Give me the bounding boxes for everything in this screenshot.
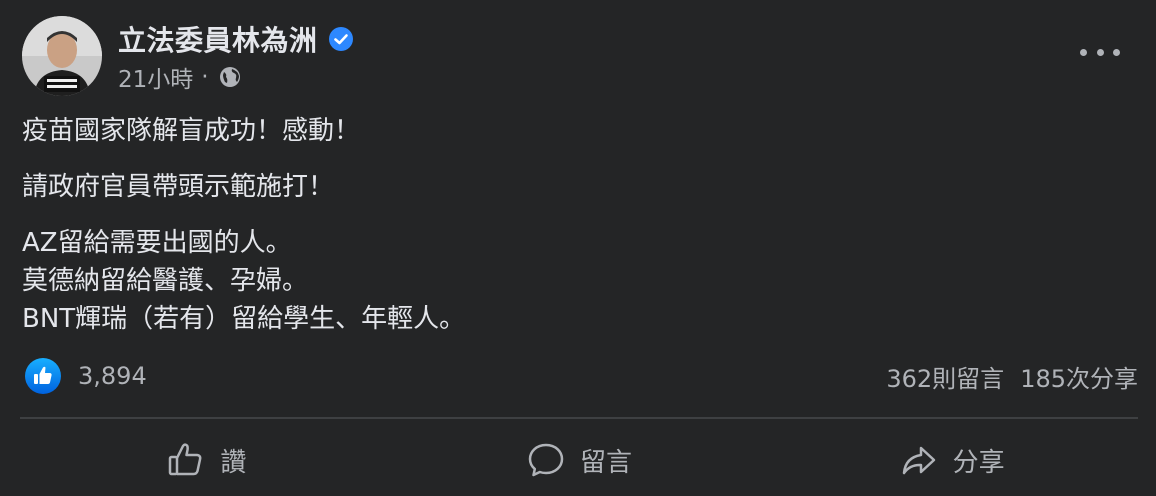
verified-badge-icon xyxy=(328,26,354,52)
comment-button[interactable]: 留言 xyxy=(393,428,766,492)
paragraph-3: AZ留給需要出國的人。 莫德納留給醫護、孕婦。 BNT輝瑞（若有）留給學生、年輕… xyxy=(22,224,1122,338)
share-button[interactable]: 分享 xyxy=(765,428,1138,492)
more-options-icon[interactable] xyxy=(1080,42,1120,62)
author-name[interactable]: 立法委員林為洲 xyxy=(118,19,318,59)
like-reaction-icon xyxy=(24,357,62,395)
like-count: 3,894 xyxy=(78,362,147,390)
post-header: 立法委員林為洲 21小時 · xyxy=(22,16,354,96)
dot xyxy=(1113,48,1120,56)
action-bar: 讚 留言 分享 xyxy=(20,428,1138,492)
comment-count[interactable]: 362則留言 xyxy=(886,359,1004,394)
post-body: 疫苗國家隊解盲成功！感動！ 請政府官員帶頭示範施打！ AZ留給需要出國的人。 莫… xyxy=(22,112,1122,356)
share-arrow-icon xyxy=(902,446,935,475)
dot xyxy=(1096,48,1104,56)
post-timestamp[interactable]: 21小時 xyxy=(118,60,193,94)
engagement-counts: 362則留言 185次分享 xyxy=(886,359,1138,394)
comment-bubble-icon xyxy=(528,443,564,477)
globe-icon[interactable] xyxy=(219,66,241,88)
share-count[interactable]: 185次分享 xyxy=(1020,359,1138,394)
comment-label: 留言 xyxy=(580,447,633,478)
paragraph-2: 請政府官員帶頭示範施打！ xyxy=(22,168,1122,206)
like-label: 讚 xyxy=(220,447,247,478)
reactions-summary[interactable]: 3,894 xyxy=(24,357,147,395)
dot xyxy=(1080,48,1087,56)
paragraph-1: 疫苗國家隊解盲成功！感動！ xyxy=(22,112,1122,150)
meta-separator: · xyxy=(201,64,209,90)
post-stats: 3,894 362則留言 185次分享 xyxy=(24,356,1138,396)
share-label: 分享 xyxy=(952,447,1005,478)
body-line: 請政府官員帶頭示範施打！ xyxy=(22,172,335,202)
post-card: 立法委員林為洲 21小時 · 疫苗國家隊解盲成功！感動！ 請政府官員帶頭示範施打… xyxy=(0,0,1156,496)
like-button[interactable]: 讚 xyxy=(20,428,393,492)
body-line: 疫苗國家隊解盲成功！感動！ xyxy=(22,116,361,146)
author-row: 立法委員林為洲 xyxy=(118,18,354,60)
body-line: BNT輝瑞（若有）留給學生、年輕人。 xyxy=(22,304,466,334)
post-meta: 21小時 · xyxy=(118,60,354,94)
body-line: 莫德納留給醫護、孕婦。 xyxy=(22,266,309,296)
thumbs-up-icon xyxy=(169,443,202,476)
header-text: 立法委員林為洲 21小時 · xyxy=(118,18,354,94)
avatar[interactable] xyxy=(22,16,102,96)
divider xyxy=(20,417,1138,419)
body-line: AZ留給需要出國的人。 xyxy=(22,228,292,258)
